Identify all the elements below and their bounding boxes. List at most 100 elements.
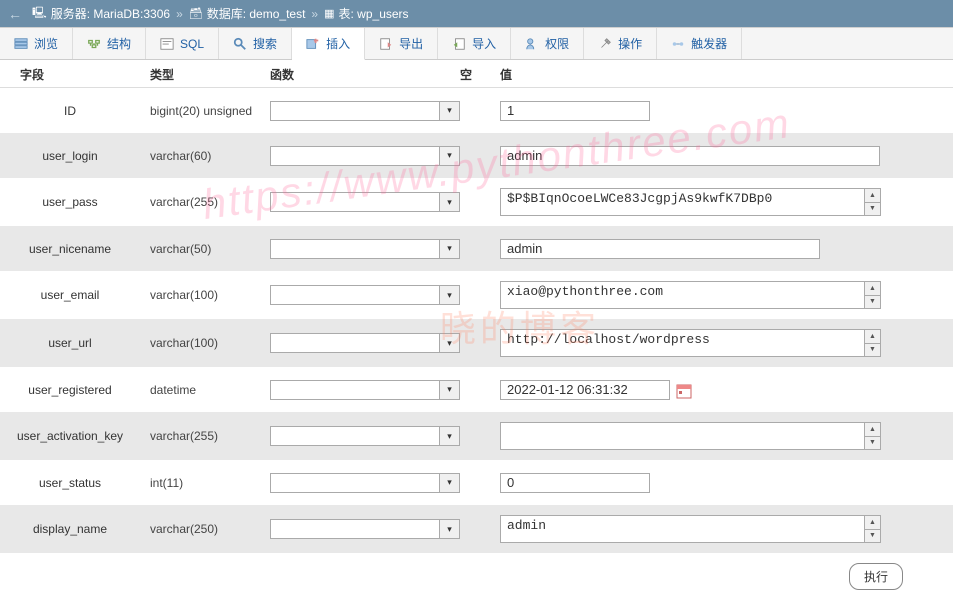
value-input[interactable] (500, 473, 650, 493)
chevron-down-icon: ▾ (439, 147, 459, 165)
tab-import[interactable]: 导入 (438, 28, 511, 59)
value-textarea[interactable] (500, 188, 865, 216)
function-select[interactable]: ▾ (270, 519, 460, 539)
browse-icon (14, 37, 28, 51)
chevron-down-icon: ▾ (439, 474, 459, 492)
field-type: varchar(255) (150, 195, 260, 209)
calendar-icon[interactable] (676, 383, 692, 399)
table-row: IDbigint(20) unsigned ▾ (0, 88, 953, 133)
field-type: datetime (150, 383, 260, 397)
function-select[interactable]: ▾ (270, 285, 460, 305)
function-select[interactable]: ▾ (270, 146, 460, 166)
spinner-down-icon[interactable]: ▼ (865, 437, 880, 450)
textarea-spinner[interactable]: ▲▼ (865, 188, 881, 216)
value-date-input[interactable] (500, 380, 670, 400)
value-textarea[interactable] (500, 422, 865, 450)
breadcrumb-table[interactable]: 表: wp_users (339, 5, 409, 22)
field-name: user_status (0, 476, 150, 490)
chevron-down-icon: ▾ (439, 334, 459, 352)
value-textarea[interactable] (500, 281, 865, 309)
textarea-spinner[interactable]: ▲▼ (865, 515, 881, 543)
export-icon (379, 37, 393, 51)
function-select[interactable]: ▾ (270, 426, 460, 446)
spinner-down-icon[interactable]: ▼ (865, 296, 880, 309)
chevron-down-icon: ▾ (439, 381, 459, 399)
tab-search[interactable]: 搜索 (219, 28, 292, 59)
table-row: user_emailvarchar(100)▾▲▼ (0, 271, 953, 319)
structure-icon (87, 37, 101, 51)
field-name: user_pass (0, 195, 150, 209)
textarea-spinner[interactable]: ▲▼ (865, 422, 881, 450)
textarea-spinner[interactable]: ▲▼ (865, 329, 881, 357)
field-type: varchar(60) (150, 149, 260, 163)
table-row: user_urlvarchar(100) ▾ ▲▼ (0, 319, 953, 367)
table-icon: ▦ (324, 7, 334, 20)
spinner-up-icon[interactable]: ▲ (865, 330, 880, 344)
function-select[interactable]: ▾ (270, 192, 460, 212)
table-row: user_loginvarchar(60) ▾ (0, 133, 953, 178)
spinner-up-icon[interactable]: ▲ (865, 423, 880, 437)
execute-button[interactable]: 执行 (849, 563, 903, 590)
tab-export[interactable]: 导出 (365, 28, 438, 59)
field-type: varchar(100) (150, 336, 260, 350)
value-input[interactable] (500, 101, 650, 121)
function-select[interactable]: ▾ (270, 473, 460, 493)
function-select[interactable]: ▾ (270, 101, 460, 121)
field-name: user_url (0, 336, 150, 350)
chevron-down-icon: ▾ (439, 286, 459, 304)
field-name: user_registered (0, 383, 150, 397)
function-select[interactable]: ▾ (270, 333, 460, 353)
sql-icon (160, 37, 174, 51)
tab-browse[interactable]: 浏览 (0, 28, 73, 59)
value-input[interactable] (500, 239, 820, 259)
tab-sql[interactable]: SQL (146, 28, 219, 59)
chevron-down-icon: ▾ (439, 102, 459, 120)
field-type: varchar(50) (150, 242, 260, 256)
spinner-up-icon[interactable]: ▲ (865, 189, 880, 203)
chevron-down-icon: ▾ (439, 427, 459, 445)
operations-icon (598, 37, 612, 51)
table-row: user_activation_keyvarchar(255)▾▲▼ (0, 412, 953, 460)
triggers-icon (671, 37, 685, 51)
header-type: 类型 (150, 66, 260, 83)
breadcrumb-database[interactable]: 数据库: demo_test (207, 5, 306, 22)
table-row: display_namevarchar(250) ▾ ▲▼ (0, 505, 953, 553)
textarea-spinner[interactable]: ▲▼ (865, 281, 881, 309)
tab-insert[interactable]: 插入 (292, 28, 365, 60)
spinner-down-icon[interactable]: ▼ (865, 203, 880, 216)
server-icon: 🖳 (32, 4, 47, 23)
privileges-icon (525, 37, 539, 51)
spinner-down-icon[interactable]: ▼ (865, 530, 880, 543)
tabs: 浏览 结构 SQL 搜索 插入 导出 导入 权限 操作 触发器 (0, 27, 953, 60)
function-select[interactable]: ▾ (270, 380, 460, 400)
spinner-up-icon[interactable]: ▲ (865, 516, 880, 530)
field-name: display_name (0, 522, 150, 536)
value-textarea[interactable] (500, 329, 865, 357)
field-type: varchar(255) (150, 429, 260, 443)
tab-privileges[interactable]: 权限 (511, 28, 584, 59)
table-row: user_registereddatetime ▾ (0, 367, 953, 412)
header-null: 空 (460, 66, 490, 83)
header-field: 字段 (0, 66, 150, 83)
function-select[interactable]: ▾ (270, 239, 460, 259)
database-icon: 🗃 (189, 7, 203, 20)
field-name: ID (0, 104, 150, 118)
field-type: varchar(250) (150, 522, 260, 536)
table-row: user_nicenamevarchar(50) ▾ (0, 226, 953, 271)
tab-triggers[interactable]: 触发器 (657, 28, 742, 59)
field-name: user_login (0, 149, 150, 163)
field-name: user_nicename (0, 242, 150, 256)
chevron-down-icon: ▾ (439, 193, 459, 211)
field-type: bigint(20) unsigned (150, 104, 260, 118)
value-input[interactable] (500, 146, 880, 166)
header-value: 值 (490, 66, 953, 83)
chevron-down-icon: ▾ (439, 520, 459, 538)
breadcrumb-server[interactable]: 服务器: MariaDB:3306 (51, 5, 170, 22)
spinner-down-icon[interactable]: ▼ (865, 344, 880, 357)
back-arrow-icon[interactable]: ← (8, 6, 22, 22)
spinner-up-icon[interactable]: ▲ (865, 282, 880, 296)
tab-structure[interactable]: 结构 (73, 28, 146, 59)
tab-operations[interactable]: 操作 (584, 28, 657, 59)
insert-icon (306, 37, 320, 51)
value-textarea[interactable] (500, 515, 865, 543)
